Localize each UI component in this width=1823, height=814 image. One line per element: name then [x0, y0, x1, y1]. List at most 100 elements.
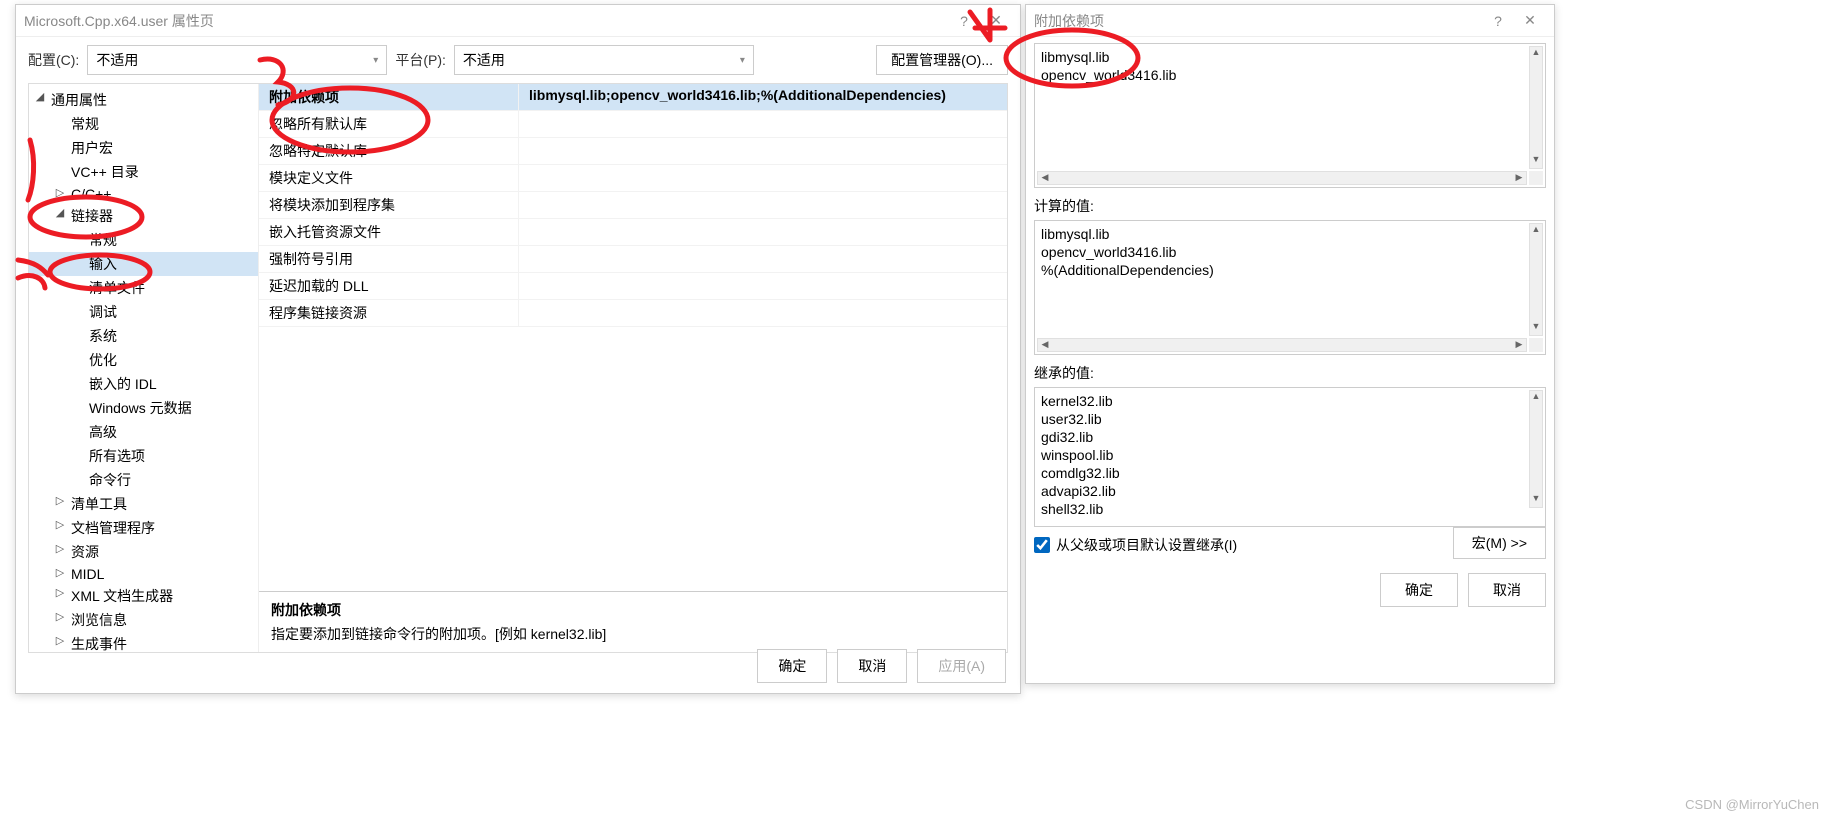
tree-node[interactable]: 嵌入的 IDL: [29, 372, 258, 396]
property-row[interactable]: 延迟加载的 DLL: [259, 273, 1007, 300]
tree-node[interactable]: ▷C/C++: [29, 184, 258, 204]
property-value[interactable]: [519, 219, 1007, 245]
desc-text: 指定要添加到链接命令行的附加项。[例如 kernel32.lib]: [271, 624, 995, 644]
list-item: libmysql.lib: [1041, 48, 1525, 66]
tree-node[interactable]: 清单文件: [29, 276, 258, 300]
property-value[interactable]: [519, 192, 1007, 218]
computed-values-box: libmysql.libopencv_world3416.lib%(Additi…: [1034, 220, 1546, 355]
config-manager-button[interactable]: 配置管理器(O)...: [876, 45, 1008, 75]
expand-icon[interactable]: ▷: [53, 494, 67, 507]
scrollbar-horizontal[interactable]: ◀▶: [1037, 338, 1527, 352]
property-value[interactable]: [519, 300, 1007, 326]
tree-node[interactable]: 输入: [29, 252, 258, 276]
macro-button[interactable]: 宏(M) >>: [1453, 527, 1546, 559]
tree-node[interactable]: VC++ 目录: [29, 160, 258, 184]
expand-icon[interactable]: ▷: [53, 186, 67, 199]
help-icon[interactable]: ?: [1482, 5, 1514, 37]
tree-node[interactable]: ▷ 文档管理程序: [29, 516, 258, 540]
property-value[interactable]: libmysql.lib;opencv_world3416.lib;%(Addi…: [519, 84, 1007, 110]
property-name: 忽略所有默认库: [259, 111, 519, 137]
tree-node-label: Windows 元数据: [89, 400, 192, 416]
scrollbar-vertical[interactable]: ▲▼: [1529, 223, 1543, 336]
tree-node[interactable]: 常规: [29, 228, 258, 252]
cancel-button[interactable]: 取消: [837, 649, 907, 683]
tree-node-label: 生成事件: [71, 636, 127, 652]
close-icon[interactable]: ✕: [1514, 5, 1546, 37]
chevron-down-icon: ▾: [373, 55, 378, 66]
scrollbar-horizontal[interactable]: ◀▶: [1037, 171, 1527, 185]
tree-node-label: 清单工具: [71, 496, 127, 512]
config-row: 配置(C): 不适用 ▾ 平台(P): 不适用 ▾ 配置管理器(O)...: [16, 37, 1020, 83]
apply-button[interactable]: 应用(A): [917, 649, 1006, 683]
expand-icon[interactable]: ▷: [53, 586, 67, 599]
property-value[interactable]: [519, 165, 1007, 191]
tree-node[interactable]: 用户宏: [29, 136, 258, 160]
list-item: libmysql.lib: [1041, 225, 1525, 243]
property-pages-dialog: Microsoft.Cpp.x64.user 属性页 ? ✕ 配置(C): 不适…: [15, 4, 1021, 694]
main-title: Microsoft.Cpp.x64.user 属性页: [24, 11, 214, 31]
expand-icon[interactable]: ▷: [53, 566, 67, 579]
deps-titlebar: 附加依赖项 ? ✕: [1026, 5, 1554, 37]
close-icon[interactable]: ✕: [980, 5, 1012, 37]
help-icon[interactable]: ?: [948, 5, 980, 37]
property-row[interactable]: 将模块添加到程序集: [259, 192, 1007, 219]
config-select[interactable]: 不适用 ▾: [87, 45, 387, 75]
category-tree[interactable]: ◢通用属性常规用户宏VC++ 目录▷C/C++◢链接器常规输入清单文件调试系统优…: [29, 84, 259, 652]
property-row[interactable]: 附加依赖项libmysql.lib;opencv_world3416.lib;%…: [259, 84, 1007, 111]
property-name: 模块定义文件: [259, 165, 519, 191]
deps-cancel-button[interactable]: 取消: [1468, 573, 1546, 607]
tree-node[interactable]: 优化: [29, 348, 258, 372]
tree-node[interactable]: 命令行: [29, 468, 258, 492]
property-row[interactable]: 嵌入托管资源文件: [259, 219, 1007, 246]
platform-select[interactable]: 不适用 ▾: [454, 45, 754, 75]
tree-node[interactable]: 常规: [29, 112, 258, 136]
tree-node[interactable]: 高级: [29, 420, 258, 444]
tree-node[interactable]: ▷ MIDL: [29, 564, 258, 584]
list-item: gdi32.lib: [1041, 428, 1525, 446]
list-item: user32.lib: [1041, 410, 1525, 428]
expand-icon[interactable]: ▷: [53, 610, 67, 623]
property-value[interactable]: [519, 246, 1007, 272]
list-item: kernel32.lib: [1041, 392, 1525, 410]
expand-icon[interactable]: ▷: [53, 542, 67, 555]
tree-node[interactable]: 系统: [29, 324, 258, 348]
property-value[interactable]: [519, 273, 1007, 299]
property-value[interactable]: [519, 138, 1007, 164]
property-name: 附加依赖项: [259, 84, 519, 110]
property-name: 延迟加载的 DLL: [259, 273, 519, 299]
property-row[interactable]: 模块定义文件: [259, 165, 1007, 192]
tree-node[interactable]: ◢链接器: [29, 204, 258, 228]
tree-node-label: 文档管理程序: [71, 520, 155, 536]
property-row[interactable]: 忽略所有默认库: [259, 111, 1007, 138]
property-grid[interactable]: 附加依赖项libmysql.lib;opencv_world3416.lib;%…: [259, 84, 1007, 591]
property-row[interactable]: 强制符号引用: [259, 246, 1007, 273]
scrollbar-vertical[interactable]: ▲▼: [1529, 390, 1543, 508]
tree-node[interactable]: 调试: [29, 300, 258, 324]
property-row[interactable]: 程序集链接资源: [259, 300, 1007, 327]
collapse-icon[interactable]: ◢: [33, 90, 47, 103]
scrollbar-vertical[interactable]: ▲▼: [1529, 46, 1543, 169]
tree-node-label: 浏览信息: [71, 612, 127, 628]
tree-node-label: MIDL: [71, 566, 104, 582]
tree-node-label: 输入: [89, 256, 117, 272]
tree-node[interactable]: ◢通用属性: [29, 88, 258, 112]
tree-node[interactable]: ▷ 生成事件: [29, 632, 258, 652]
expand-icon[interactable]: ▷: [53, 634, 67, 647]
tree-node[interactable]: ▷ 清单工具: [29, 492, 258, 516]
property-name: 将模块添加到程序集: [259, 192, 519, 218]
tree-node[interactable]: ▷XML 文档生成器: [29, 584, 258, 608]
property-value[interactable]: [519, 111, 1007, 137]
entered-values-box[interactable]: libmysql.libopencv_world3416.lib ▲▼ ◀▶: [1034, 43, 1546, 188]
collapse-icon[interactable]: ◢: [53, 206, 67, 219]
tree-node[interactable]: ▷资源: [29, 540, 258, 564]
expand-icon[interactable]: ▷: [53, 518, 67, 531]
property-row[interactable]: 忽略特定默认库: [259, 138, 1007, 165]
tree-node[interactable]: ▷ 浏览信息: [29, 608, 258, 632]
ok-button[interactable]: 确定: [757, 649, 827, 683]
config-label: 配置(C):: [28, 50, 79, 70]
deps-ok-button[interactable]: 确定: [1380, 573, 1458, 607]
tree-node[interactable]: 所有选项: [29, 444, 258, 468]
tree-node[interactable]: Windows 元数据: [29, 396, 258, 420]
tree-node-label: 用户宏: [71, 140, 113, 156]
tree-node-label: 高级: [89, 424, 117, 440]
